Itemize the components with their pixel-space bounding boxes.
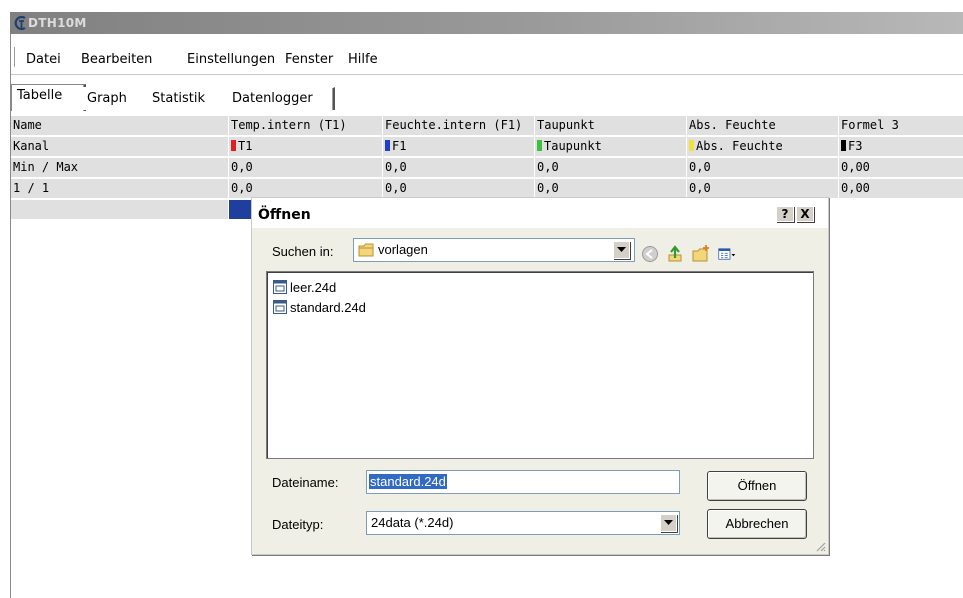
tab-statistik[interactable]: Statistik xyxy=(146,87,230,110)
application-window: DTH10M Datei Bearbeiten Einstellungen Fe… xyxy=(0,0,963,598)
filename-label: Dateiname: xyxy=(272,475,339,490)
open-file-dialog: Öffnen ? X Suchen in: vorlagen leer.24d … xyxy=(251,197,829,555)
file-list[interactable]: leer.24d standard.24d xyxy=(266,271,814,459)
filename-value: standard.24d xyxy=(369,474,447,489)
table-cell[interactable]: Taupunkt xyxy=(535,137,687,157)
tab-bar: Tabelle Graph Statistik Datenlogger xyxy=(11,84,963,114)
look-in-value: vorlagen xyxy=(378,242,428,257)
channel-color-swatch xyxy=(841,140,846,151)
filetype-label: Dateityp: xyxy=(272,517,324,532)
channel-label: Kanal xyxy=(13,139,50,153)
title-bar[interactable]: DTH10M xyxy=(10,12,963,34)
table-cell[interactable]: 0,0 xyxy=(229,179,383,199)
table-cell[interactable]: 0,0 xyxy=(383,179,535,199)
table-header-cell[interactable]: Name xyxy=(11,116,229,136)
table-row: Min / Max 0,0 0,0 0,0 0,0 0,00 xyxy=(11,158,963,178)
file-icon xyxy=(273,300,287,314)
menu-grip xyxy=(14,47,15,67)
folder-icon xyxy=(358,243,374,257)
window-title: DTH10M xyxy=(28,16,87,30)
menu-datei[interactable]: Datei xyxy=(26,52,61,67)
look-in-dropdown[interactable]: vorlagen xyxy=(353,238,635,262)
table-cell[interactable]: Min / Max xyxy=(11,158,229,178)
dialog-title-bar[interactable]: Öffnen ? X xyxy=(252,198,828,228)
tab-datenlogger[interactable]: Datenlogger xyxy=(226,87,335,110)
table-cell[interactable]: 0,0 xyxy=(687,158,839,178)
help-button[interactable]: ? xyxy=(776,206,794,222)
table-cell[interactable]: Kanal xyxy=(11,137,229,157)
table-cell[interactable]: 0,0 xyxy=(535,158,687,178)
open-button[interactable]: Öffnen xyxy=(707,471,807,501)
top-strip xyxy=(0,0,963,12)
app-icon xyxy=(14,15,26,31)
channel-color-swatch xyxy=(231,140,236,151)
table-cell[interactable]: 1 / 1 xyxy=(11,179,229,199)
table-cell[interactable]: F3 xyxy=(839,137,963,157)
table-header-cell[interactable]: Feuchte.intern (F1) xyxy=(383,116,535,136)
table-cell-empty[interactable] xyxy=(11,200,229,220)
table-row: 1 / 1 0,0 0,0 0,0 0,0 0,00 xyxy=(11,179,963,199)
table-cell-empty[interactable] xyxy=(839,200,963,220)
menu-bearbeiten[interactable]: Bearbeiten xyxy=(81,52,152,67)
table-cell[interactable]: T1 xyxy=(229,137,383,157)
channel-color-swatch xyxy=(689,140,694,151)
menu-fenster[interactable]: Fenster xyxy=(285,52,333,67)
channel-label: T1 xyxy=(238,139,253,153)
table-cell[interactable]: 0,00 xyxy=(839,158,963,178)
table-cell[interactable]: Abs. Feuchte xyxy=(687,137,839,157)
table-header-cell[interactable]: Formel 3 xyxy=(839,116,963,136)
table-header-cell[interactable]: Abs. Feuchte xyxy=(687,116,839,136)
look-in-label: Suchen in: xyxy=(272,244,334,259)
channel-label: Abs. Feuchte xyxy=(696,139,783,153)
table-header-cell[interactable]: Temp.intern (T1) xyxy=(229,116,383,136)
channel-label: F1 xyxy=(392,139,407,153)
file-name: leer.24d xyxy=(290,280,337,295)
table-cell[interactable]: 0,0 xyxy=(383,158,535,178)
tab-tabelle[interactable]: Tabelle xyxy=(11,84,86,111)
channel-label: Taupunkt xyxy=(544,139,602,153)
file-name: standard.24d xyxy=(290,300,366,315)
channel-color-swatch xyxy=(537,140,542,151)
up-folder-icon[interactable] xyxy=(666,245,684,263)
view-menu-icon[interactable] xyxy=(718,245,736,263)
filetype-dropdown[interactable]: 24data (*.24d) xyxy=(366,511,680,535)
menu-einstellungen[interactable]: Einstellungen xyxy=(187,52,275,67)
channel-label: F3 xyxy=(848,139,863,153)
table-header-cell[interactable]: Taupunkt xyxy=(535,116,687,136)
filename-input[interactable]: standard.24d xyxy=(366,470,680,494)
new-folder-icon[interactable] xyxy=(692,245,710,263)
close-button[interactable]: X xyxy=(796,206,814,222)
file-icon xyxy=(273,280,287,294)
table-cell[interactable]: 0,00 xyxy=(839,179,963,199)
filetype-value: 24data (*.24d) xyxy=(371,515,454,530)
resize-grip-icon[interactable] xyxy=(814,540,826,552)
chevron-down-icon[interactable] xyxy=(660,514,677,532)
table-cell[interactable]: 0,0 xyxy=(535,179,687,199)
tab-graph[interactable]: Graph xyxy=(81,87,150,110)
table-row-channels: Kanal T1 F1 Taupunkt Abs. Feuchte F3 xyxy=(11,137,963,157)
table-cell[interactable]: 0,0 xyxy=(687,179,839,199)
table-cell[interactable]: F1 xyxy=(383,137,535,157)
cancel-button[interactable]: Abbrechen xyxy=(707,509,807,539)
dialog-title: Öffnen xyxy=(258,207,311,223)
menu-bar: Datei Bearbeiten Einstellungen Fenster H… xyxy=(11,34,963,75)
table-cell[interactable]: 0,0 xyxy=(229,158,383,178)
table-header-row: Name Temp.intern (T1) Feuchte.intern (F1… xyxy=(11,116,963,136)
menu-hilfe[interactable]: Hilfe xyxy=(348,52,378,67)
back-icon[interactable] xyxy=(641,245,659,263)
channel-color-swatch xyxy=(385,140,390,151)
chevron-down-icon[interactable] xyxy=(613,241,630,259)
